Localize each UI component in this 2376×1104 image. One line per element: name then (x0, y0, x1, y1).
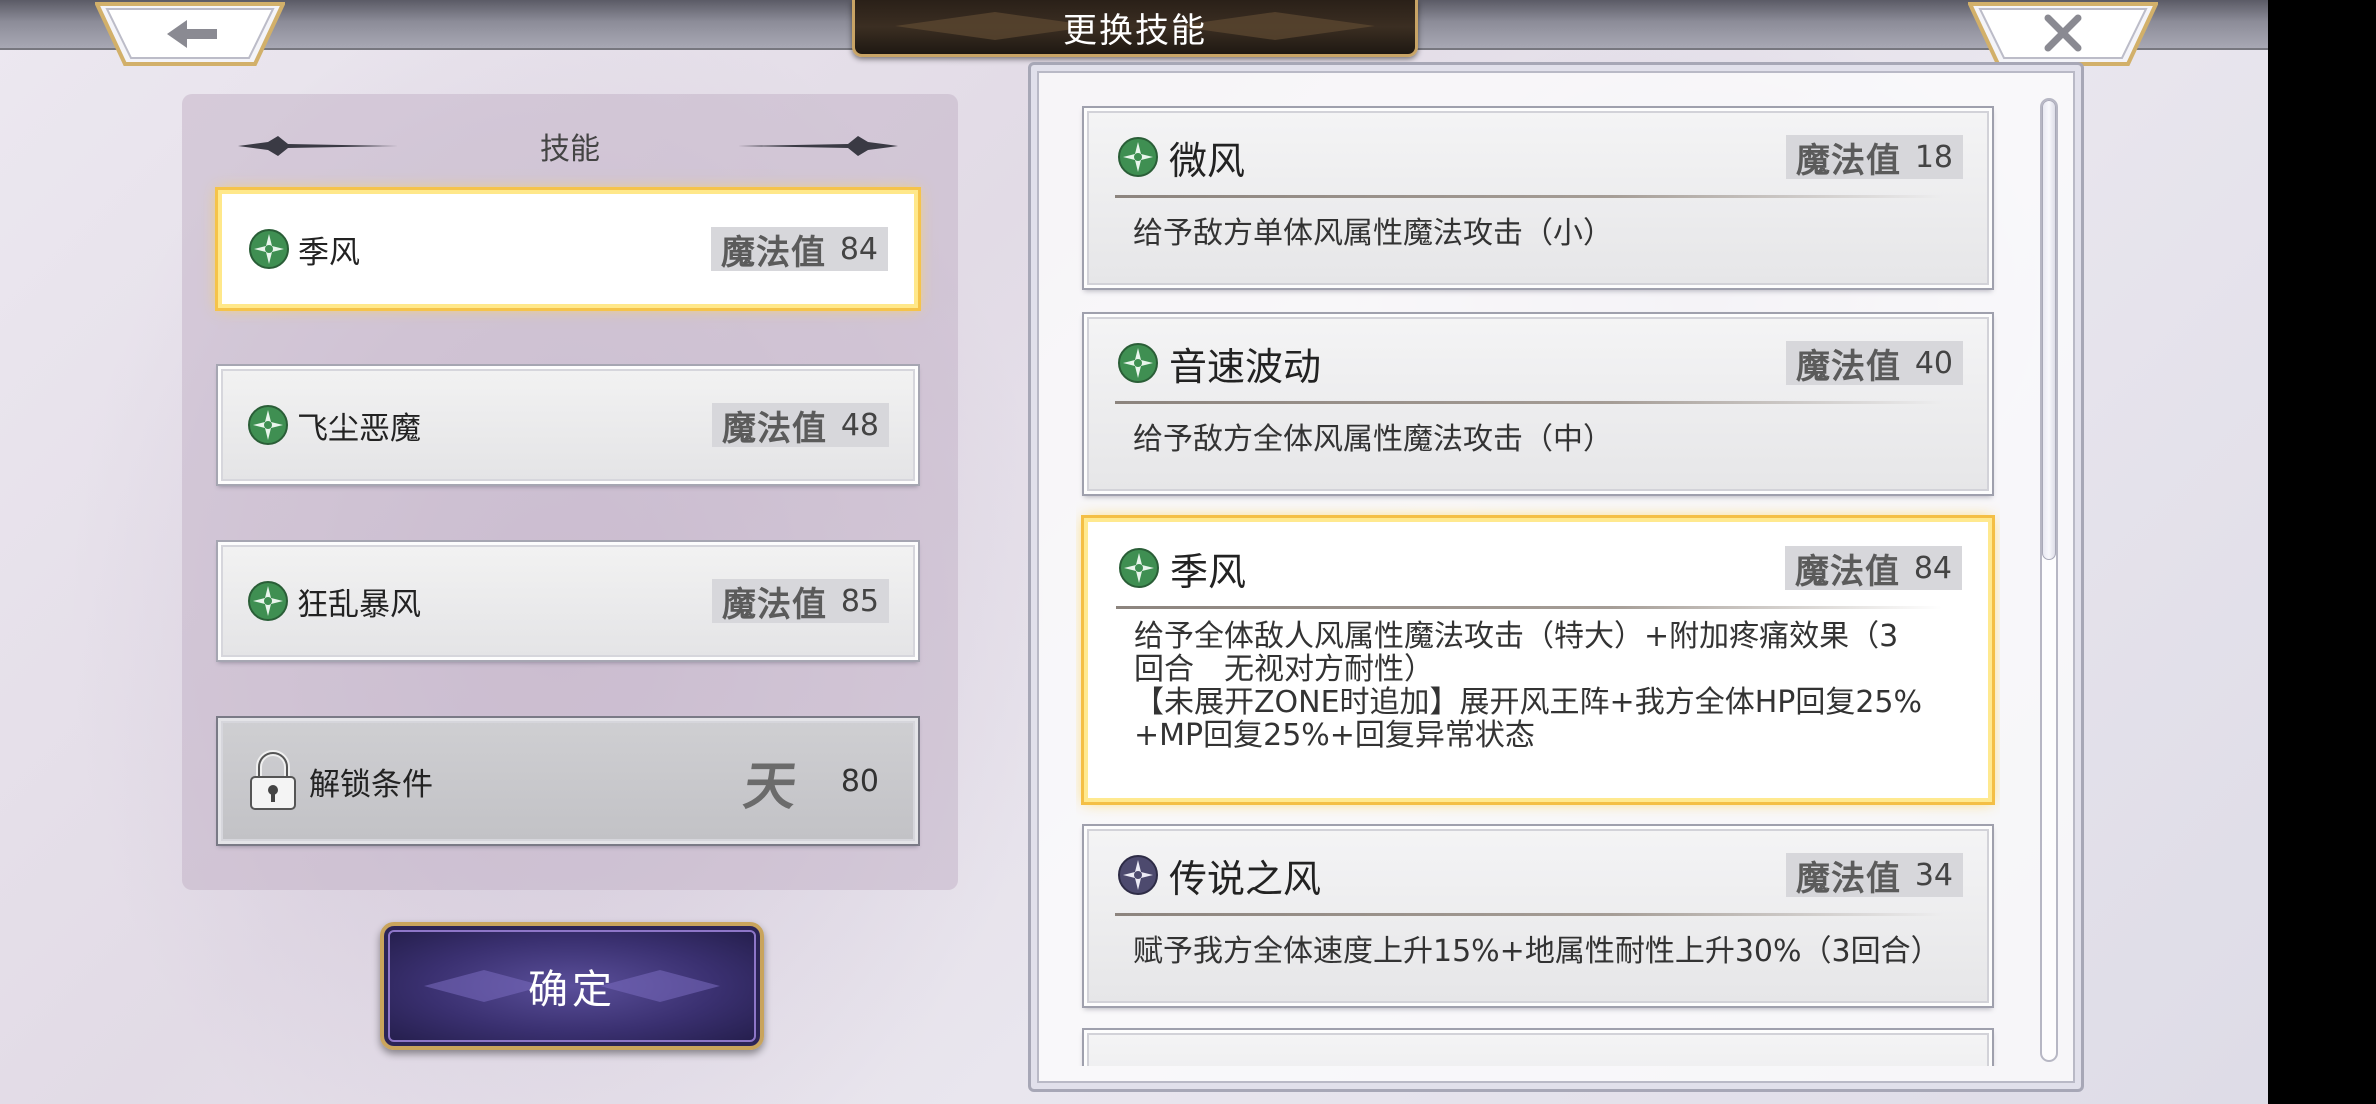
skill-description: 给予全体敌人风属性魔法攻击（特大）+附加疼痛效果（3 回合 无视对方耐性） 【未… (1134, 620, 1948, 752)
wind-icon (249, 229, 289, 269)
unlock-glyph: 天 (739, 756, 801, 817)
mp-cost: 魔法值 85 (712, 579, 889, 625)
panel-heading: 技能 (540, 132, 600, 167)
panel-header: 技能 (182, 124, 958, 168)
mp-value: 34 (1914, 857, 1953, 893)
mp-value: 84 (1913, 550, 1952, 586)
desc-line: 赋予我方全体速度上升15%+地属性耐性上升30%（3回合） (1133, 934, 1941, 969)
skill-description: 给予敌方全体风属性魔法攻击（中） (1133, 423, 1949, 456)
skill-name: 传说之风 (1169, 856, 1322, 901)
wind-icon (1119, 548, 1159, 588)
back-button[interactable] (95, 0, 285, 66)
mp-cost: 魔法值 84 (1785, 546, 1962, 592)
skill-slot-3[interactable]: 狂乱暴风 魔法值 85 (216, 540, 920, 662)
mp-value: 40 (1914, 345, 1953, 381)
wind-icon (248, 581, 288, 621)
skill-card-5[interactable] (1082, 1028, 1994, 1066)
padlock-icon (250, 750, 296, 810)
card-divider (1116, 606, 1942, 609)
title-plate: 更换技能 (852, 0, 1418, 57)
skill-slot-1[interactable]: 季风 魔法值 84 (215, 187, 921, 311)
mp-label: 魔法值 (722, 408, 827, 449)
mp-cost: 魔法值 84 (711, 227, 888, 273)
desc-line: 回合 无视对方耐性） (1134, 652, 1434, 687)
desc-line: 给予敌方全体风属性魔法攻击（中） (1133, 422, 1613, 457)
screen-edge (2268, 0, 2376, 1104)
card-divider (1115, 913, 1943, 916)
confirm-button[interactable]: 确定 (380, 922, 764, 1050)
wind-icon (1118, 137, 1158, 177)
wind-icon (248, 405, 288, 445)
page-title: 更换技能 (1063, 10, 1207, 51)
mp-label: 魔法值 (722, 584, 827, 625)
card-header: 音速波动 魔法值 40 (1117, 339, 1963, 389)
mp-label: 魔法值 (721, 232, 826, 273)
card-header: 季风 魔法值 84 (1118, 544, 1962, 594)
skill-card-1[interactable]: 微风 魔法值 18 给予敌方单体风属性魔法攻击（小） (1082, 106, 1994, 290)
mp-cost: 魔法值 48 (712, 403, 889, 449)
skill-card-2[interactable]: 音速波动 魔法值 40 给予敌方全体风属性魔法攻击（中） (1082, 312, 1994, 496)
skill-name: 微风 (1169, 138, 1246, 183)
card-divider (1115, 401, 1943, 404)
arrow-left-icon (95, 2, 285, 66)
skill-description: 给予敌方单体风属性魔法攻击（小） (1133, 217, 1949, 250)
mp-cost: 魔法值 18 (1786, 135, 1963, 181)
header-ornament-left-icon (238, 136, 398, 156)
card-divider (1115, 195, 1943, 198)
slot-skill-name: 狂乱暴风 (297, 586, 421, 623)
mp-value: 18 (1914, 139, 1953, 175)
mp-label: 魔法值 (1796, 346, 1901, 387)
wind-icon (1118, 343, 1158, 383)
mp-value: 84 (839, 231, 878, 267)
confirm-label: 确定 (528, 967, 616, 1013)
unlock-condition-label: 解锁条件 (309, 766, 433, 803)
equipped-skills-panel: 技能 季风 魔法值 84 飞尘恶魔 魔法值 48 狂乱暴风 魔法值 85 解锁条… (182, 94, 958, 890)
skill-name: 季风 (1170, 549, 1247, 594)
close-x-icon (1968, 2, 2158, 66)
desc-line: 给予全体敌人风属性魔法攻击（特大）+附加疼痛效果（3 (1134, 619, 1899, 654)
locked-skill-slot[interactable]: 解锁条件 天 80 (216, 716, 920, 846)
slot-skill-name: 飞尘恶魔 (297, 410, 421, 447)
header-ornament-right-icon (738, 136, 898, 156)
mp-value: 48 (840, 407, 879, 443)
mp-label: 魔法值 (1795, 551, 1900, 592)
slot-skill-name: 季风 (298, 234, 360, 271)
mp-cost: 魔法值 40 (1786, 341, 1963, 387)
desc-line: +MP回复25%+回复异常状态 (1134, 718, 1535, 753)
desc-line: 【未展开ZONE时追加】展开风王阵+我方全体HP回复25% (1134, 685, 1923, 720)
mp-label: 魔法值 (1796, 140, 1901, 181)
card-header: 传说之风 魔法值 34 (1117, 851, 1963, 901)
skill-slot-2[interactable]: 飞尘恶魔 魔法值 48 (216, 364, 920, 486)
mp-value: 85 (840, 583, 879, 619)
skill-name: 音速波动 (1169, 344, 1322, 389)
mp-label: 魔法值 (1796, 858, 1901, 899)
mp-cost: 魔法值 34 (1786, 853, 1963, 899)
unlock-value: 80 (840, 763, 879, 799)
wind-icon (1118, 855, 1158, 895)
scrollbar-thumb[interactable] (2042, 100, 2056, 560)
skill-list[interactable]: 微风 魔法值 18 给予敌方单体风属性魔法攻击（小） 音速波动 魔法值 40 给… (1076, 100, 2000, 1066)
close-button[interactable] (1968, 0, 2158, 66)
skill-description: 赋予我方全体速度上升15%+地属性耐性上升30%（3回合） (1133, 935, 1949, 968)
desc-line: 给予敌方单体风属性魔法攻击（小） (1133, 216, 1613, 251)
card-header: 微风 魔法值 18 (1117, 133, 1963, 183)
skill-card-4[interactable]: 传说之风 魔法值 34 赋予我方全体速度上升15%+地属性耐性上升30%（3回合… (1082, 824, 1994, 1008)
skill-card-3[interactable]: 季风 魔法值 84 给予全体敌人风属性魔法攻击（特大）+附加疼痛效果（3 回合 … (1081, 515, 1995, 805)
